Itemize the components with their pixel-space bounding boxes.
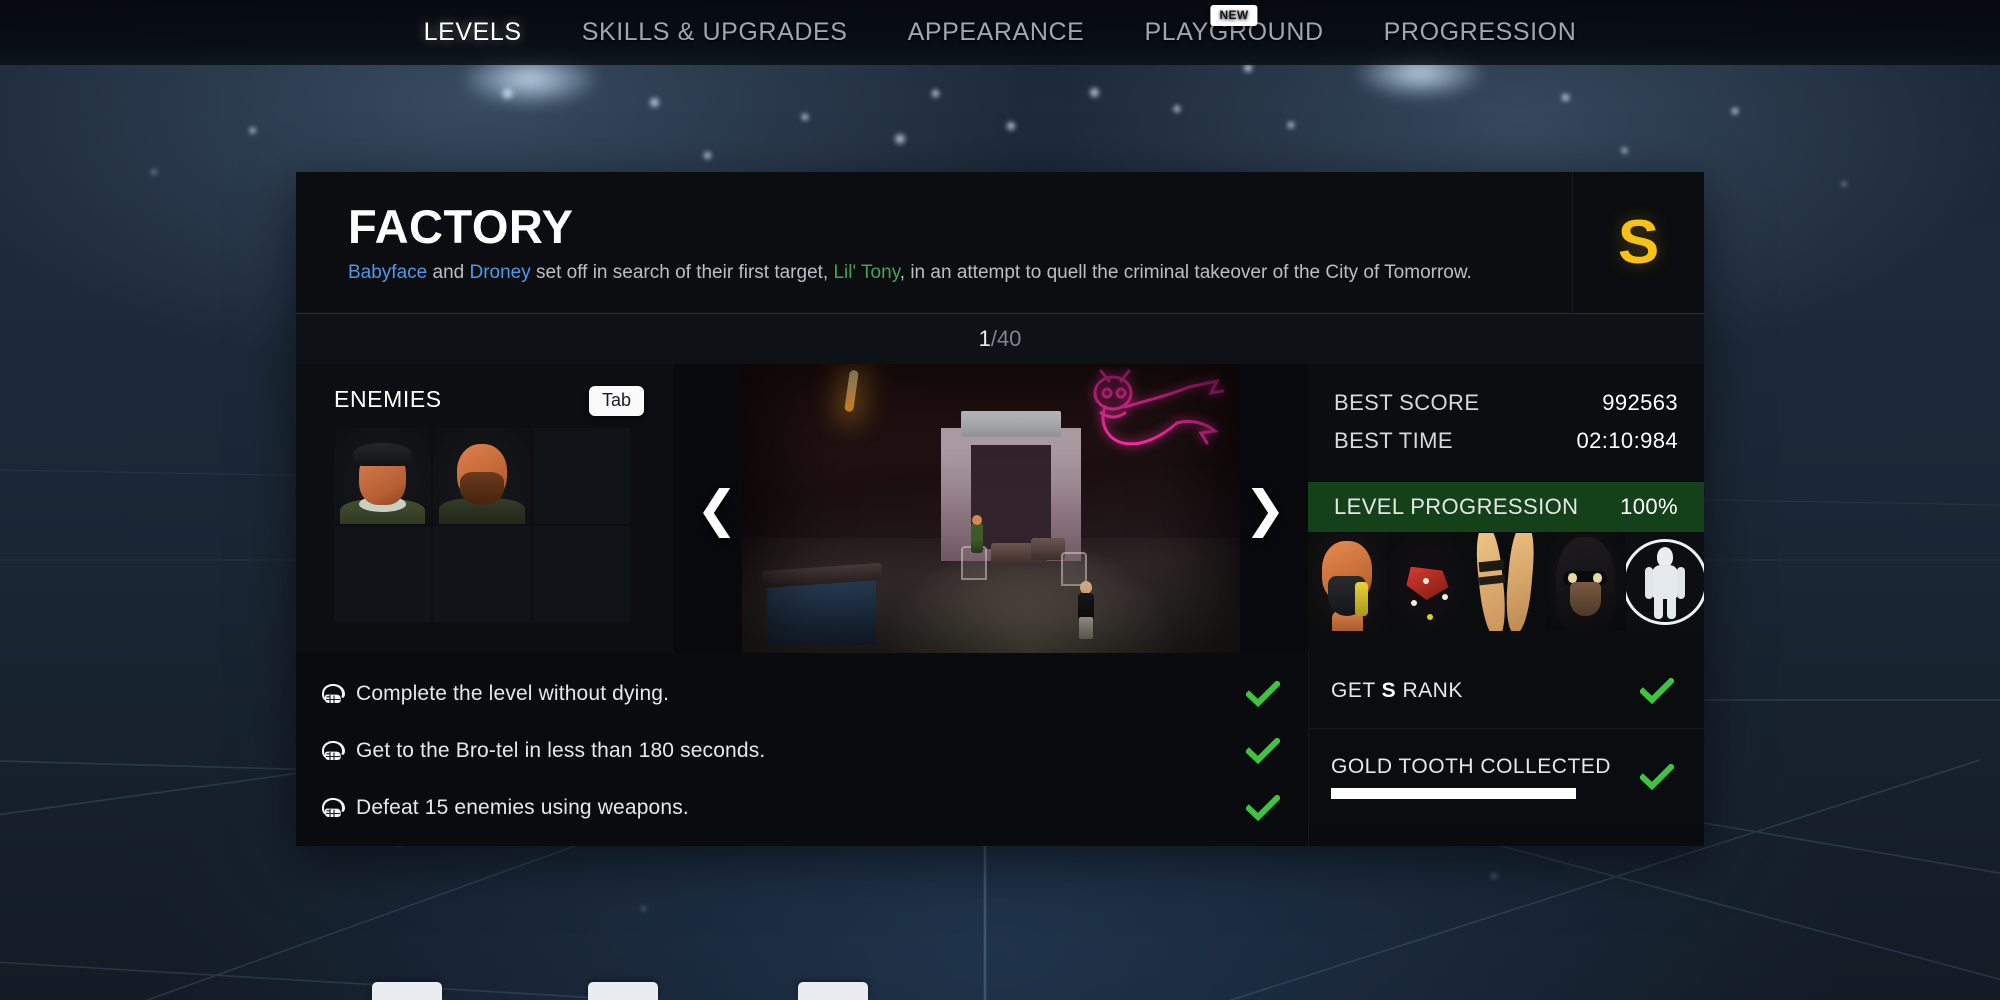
nav-tab-appearance[interactable]: APPEARANCE (878, 18, 1115, 47)
objective-complete-check-icon (1244, 736, 1282, 764)
enemy-slot-empty[interactable] (532, 428, 630, 525)
main-navigation: LEVELS SKILLS & UPGRADES APPEARANCE NEW … (0, 0, 2000, 65)
nav-tab-playground[interactable]: NEW PLAYGROUND (1114, 5, 1353, 47)
desc-text-1: and (427, 262, 470, 284)
level-stats-panel: BEST SCORE 992563 BEST TIME 02:10:984 LE… (1308, 364, 1705, 654)
objective-complete-check-icon (1244, 679, 1282, 707)
nav-tab-progression[interactable]: PROGRESSION (1354, 18, 1607, 47)
gold-tooth-progress-bar (1331, 787, 1576, 799)
nav-tab-progression-label: PROGRESSION (1383, 18, 1577, 46)
bonus-rank-row: GET S RANK (1309, 653, 1704, 730)
level-counter-total: /40 (990, 326, 1022, 352)
best-score-value: 992563 (1602, 390, 1678, 416)
status-badge: S (1617, 207, 1660, 277)
reward-mask-face[interactable] (1546, 533, 1626, 632)
enemies-title: ENEMIES (334, 386, 442, 413)
enemies-panel: ENEMIES Tab (296, 364, 674, 654)
level-body: ENEMIES Tab ❮ ❯ BEST SCORE 992563 BEST T… (296, 364, 1705, 654)
reward-gasmask[interactable] (1308, 533, 1388, 632)
objective-complete-check-icon (1244, 793, 1282, 821)
character-link-lil-tony[interactable]: Lil' Tony (833, 262, 899, 283)
reward-drone[interactable] (1387, 533, 1467, 632)
nav-tab-appearance-label: APPEARANCE (907, 18, 1085, 46)
gold-tooth-label: GOLD TOOTH COLLECTED (1331, 754, 1611, 778)
objective-row: Defeat 15 enemies using weapons. (296, 779, 1308, 836)
best-score-label: BEST SCORE (1334, 390, 1480, 416)
enemy-portrait-icon (433, 428, 531, 525)
desc-text-2: set off in search of their first target, (530, 262, 834, 284)
tab-key-hint[interactable]: Tab (588, 386, 644, 417)
best-time-label: BEST TIME (1334, 428, 1453, 454)
next-level-arrow[interactable]: ❯ (1244, 484, 1286, 534)
helmet-icon (316, 740, 350, 762)
reward-legs[interactable] (1466, 533, 1547, 632)
level-detail-card: FACTORY Babyface and Droney set off in s… (296, 172, 1705, 847)
page-title: FACTORY (348, 200, 574, 253)
helmet-icon (316, 683, 350, 705)
nav-tab-levels[interactable]: LEVELS (394, 18, 552, 47)
level-counter-current: 1 (978, 326, 991, 352)
level-header-text: FACTORY Babyface and Droney set off in s… (296, 172, 1572, 313)
nav-tab-skills-upgrades-label: SKILLS & UPGRADES (581, 18, 848, 46)
reward-silhouette[interactable] (1625, 533, 1705, 632)
level-preview-image[interactable] (742, 364, 1240, 654)
bonus-rank-letter: S (1381, 678, 1397, 702)
enemies-header: ENEMIES Tab (334, 386, 644, 417)
objectives-list: Complete the level without dying. Get to… (296, 653, 1308, 846)
bonus-rank-check-icon (1638, 676, 1676, 704)
enemy-portrait-icon (334, 428, 432, 525)
level-progression-value: 100% (1620, 494, 1678, 520)
rewards-row (1308, 533, 1705, 632)
bonus-objectives-panel: GET S RANK GOLD TOOTH COLLECTED (1308, 653, 1704, 847)
enemy-slot-empty[interactable] (433, 526, 531, 623)
level-counter: 1/40 (296, 314, 1704, 365)
bottom-action-button-center[interactable] (588, 982, 658, 1000)
objective-text: Defeat 15 enemies using weapons. (356, 795, 689, 819)
desc-text-3: , in an attempt to quell the criminal ta… (899, 262, 1472, 284)
bonus-tooth-row: GOLD TOOTH COLLECTED (1309, 729, 1704, 825)
bonus-rank-suffix: RANK (1396, 678, 1463, 702)
stat-row-best-time: BEST TIME 02:10:984 (1308, 422, 1704, 460)
bottom-action-button-right[interactable] (798, 982, 868, 1000)
level-progression-bar: LEVEL PROGRESSION 100% (1308, 482, 1704, 533)
objective-row: Complete the level without dying. (296, 665, 1308, 722)
level-footer: Complete the level without dying. Get to… (296, 653, 1704, 847)
level-progression-label: LEVEL PROGRESSION (1334, 494, 1579, 520)
level-description: Babyface and Droney set off in search of… (348, 260, 1520, 287)
bonus-rank-label: GET S RANK (1331, 679, 1463, 703)
enemy-grid (334, 428, 630, 623)
nav-tab-skills-upgrades[interactable]: SKILLS & UPGRADES (552, 18, 878, 47)
level-preview-panel: ❮ ❯ (674, 364, 1308, 654)
character-link-droney[interactable]: Droney (470, 262, 531, 283)
level-header: FACTORY Babyface and Droney set off in s… (296, 172, 1704, 315)
bonus-rank-prefix: GET (1331, 678, 1382, 702)
new-badge: NEW (1210, 5, 1258, 26)
bottom-action-button-left[interactable] (372, 982, 442, 1000)
rank-badge-container: S (1572, 172, 1704, 314)
nav-tab-levels-label: LEVELS (423, 18, 522, 46)
gold-tooth-progress-group: GOLD TOOTH COLLECTED (1331, 755, 1611, 799)
objective-text: Get to the Bro-tel in less than 180 seco… (356, 738, 766, 762)
stat-row-best-score: BEST SCORE 992563 (1308, 384, 1704, 422)
helmet-icon (316, 797, 350, 819)
stats-list: BEST SCORE 992563 BEST TIME 02:10:984 (1308, 364, 1704, 474)
enemy-slot-empty[interactable] (532, 526, 630, 623)
objective-text: Complete the level without dying. (356, 681, 670, 705)
bonus-tooth-check-icon (1638, 762, 1676, 790)
previous-level-arrow[interactable]: ❮ (696, 484, 738, 534)
character-link-babyface[interactable]: Babyface (348, 262, 427, 283)
best-time-value: 02:10:984 (1576, 428, 1678, 454)
objective-row: Get to the Bro-tel in less than 180 seco… (296, 722, 1308, 779)
enemy-slot-empty[interactable] (334, 526, 432, 623)
enemy-slot-bearded-brawler[interactable] (433, 428, 531, 525)
enemy-slot-beanie-thug[interactable] (334, 428, 432, 525)
